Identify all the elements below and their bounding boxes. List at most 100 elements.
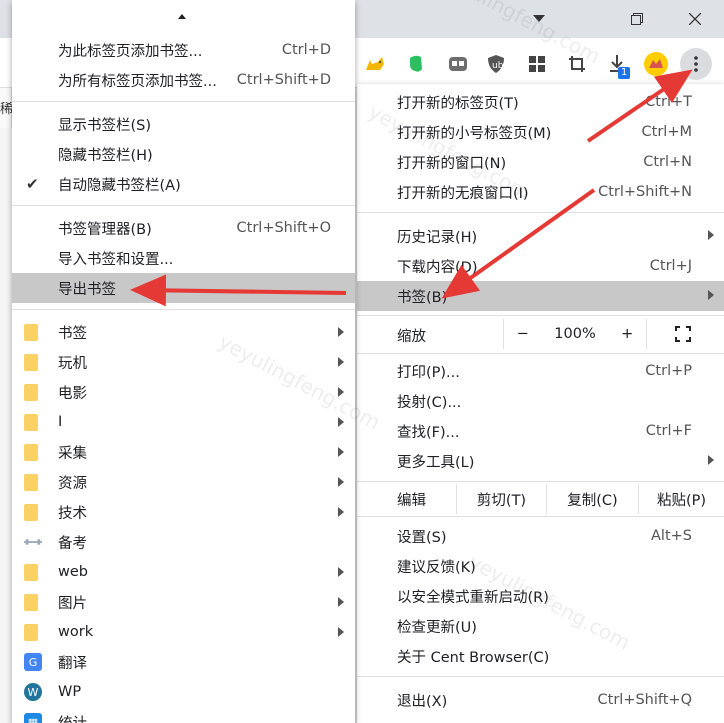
bookmark-folder[interactable]: 技术: [12, 497, 355, 527]
submenu-arrow-icon: [338, 447, 344, 457]
copy-button[interactable]: 复制(C): [547, 484, 639, 514]
folder-icon: [24, 414, 38, 431]
submenu-arrow-icon: [338, 477, 344, 487]
zoom-level: 100%: [554, 326, 596, 342]
folder-icon: [24, 384, 38, 401]
folder-icon: [24, 504, 38, 521]
separator: [12, 205, 355, 206]
wordpress-icon: W: [24, 683, 42, 701]
folder-icon: [24, 354, 38, 371]
bookmark-item[interactable]: W WP: [12, 677, 355, 707]
menu-print[interactable]: 打印(P)... Ctrl+P: [357, 356, 724, 386]
tab-manager-icon[interactable]: [446, 52, 470, 76]
bookmark-folder[interactable]: I: [12, 407, 355, 437]
separator: [357, 516, 724, 517]
bookmark-folder[interactable]: work: [12, 617, 355, 647]
separator: [357, 212, 724, 213]
folder-icon: [24, 594, 38, 611]
scroll-up-icon[interactable]: [178, 14, 186, 19]
download-count-badge: 1: [618, 67, 631, 79]
submenu-arrow-icon: [338, 507, 344, 517]
bookmark-all-tabs[interactable]: 为所有标签页添加书签... Ctrl+Shift+D: [12, 65, 355, 95]
bookmarks-submenu: 为此标签页添加书签... Ctrl+D 为所有标签页添加书签... Ctrl+Shi…: [12, 0, 355, 723]
menu-feedback[interactable]: 建议反馈(K): [357, 551, 724, 581]
menu-downloads[interactable]: 下载内容(D) Ctrl+J: [357, 251, 724, 281]
show-bookmarks-bar[interactable]: 显示书签栏(S): [12, 109, 355, 139]
menu-bookmarks[interactable]: 书签(B): [357, 281, 724, 311]
restore-icon: [631, 13, 643, 25]
bookmark-folder[interactable]: 资源: [12, 467, 355, 497]
avatar-icon[interactable]: [644, 52, 668, 76]
cut-button[interactable]: 剪切(T): [457, 484, 547, 514]
zoom-controls: − 100% +: [503, 319, 647, 349]
export-bookmarks[interactable]: 导出书签: [12, 273, 355, 303]
submenu-arrow-icon: [338, 597, 344, 607]
menu-new-private-window[interactable]: 打开新的无痕窗口(I) Ctrl+Shift+N: [357, 177, 724, 207]
zoom-row: 缩放 − 100% +: [357, 319, 724, 349]
close-icon: [689, 13, 701, 25]
bookmark-item[interactable]: 备考: [12, 527, 355, 557]
evernote-icon[interactable]: [404, 52, 428, 76]
zoom-label: 缩放: [397, 329, 426, 345]
separator: [12, 101, 355, 102]
submenu-arrow-icon: [708, 230, 714, 240]
fullscreen-icon[interactable]: [675, 326, 691, 342]
three-dots-icon: [694, 56, 698, 72]
folder-icon: [24, 624, 38, 641]
hide-bookmarks-bar[interactable]: 隐藏书签栏(H): [12, 139, 355, 169]
menu-find[interactable]: 查找(F)... Ctrl+F: [357, 416, 724, 446]
separator: [12, 309, 355, 310]
bookmark-folder[interactable]: 图片: [12, 587, 355, 617]
translate-icon: G: [24, 653, 42, 671]
submenu-arrow-icon: [708, 290, 714, 300]
site-favicon-icon: [24, 539, 42, 545]
menu-new-tab[interactable]: 打开新的标签页(T) Ctrl+T: [357, 87, 724, 117]
paste-button[interactable]: 粘贴(P): [639, 484, 724, 514]
bookmark-item[interactable]: ▦ 统计: [12, 707, 355, 723]
restore-button[interactable]: [614, 0, 660, 38]
menu-settings[interactable]: 设置(S) Alt+S: [357, 521, 724, 551]
menu-check-update[interactable]: 检查更新(U): [357, 611, 724, 641]
main-menu: 打开新的标签页(T) Ctrl+T 打开新的小号标签页(M) Ctrl+M 打开新的…: [357, 84, 724, 723]
edit-row: 编辑 剪切(T) 复制(C) 粘贴(P): [357, 484, 724, 514]
stats-icon: ▦: [24, 713, 42, 723]
ublock-icon[interactable]: ub: [484, 52, 508, 76]
submenu-arrow-icon: [708, 455, 714, 465]
bookmark-folder[interactable]: 采集: [12, 437, 355, 467]
folder-icon: [24, 444, 38, 461]
separator: [357, 353, 724, 354]
main-menu-button[interactable]: [680, 48, 712, 80]
import-bookmarks[interactable]: 导入书签和设置...: [12, 243, 355, 273]
submenu-arrow-icon: [338, 627, 344, 637]
submenu-arrow-icon: [338, 357, 344, 367]
zoom-out-button[interactable]: −: [517, 326, 529, 342]
auto-hide-bookmarks-bar[interactable]: ✔ 自动隐藏书签栏(A): [12, 169, 355, 199]
checkmark-icon: ✔: [26, 175, 39, 193]
grid-apps-icon[interactable]: [525, 52, 549, 76]
submenu-arrow-icon: [338, 567, 344, 577]
folder-icon: [24, 474, 38, 491]
menu-about[interactable]: 关于 Cent Browser(C): [357, 641, 724, 671]
zoom-in-button[interactable]: +: [621, 326, 633, 342]
cat-extension-icon[interactable]: [363, 52, 387, 76]
folder-icon: [24, 324, 38, 341]
separator: [357, 315, 724, 316]
page-text-fragment: 稀: [0, 88, 13, 128]
bookmark-folder[interactable]: web: [12, 557, 355, 587]
submenu-arrow-icon: [338, 327, 344, 337]
folder-icon: [24, 564, 38, 581]
bookmark-item[interactable]: G 翻译: [12, 647, 355, 677]
bookmark-manager[interactable]: 书签管理器(B) Ctrl+Shift+O: [12, 213, 355, 243]
bookmark-this-tab[interactable]: 为此标签页添加书签... Ctrl+D: [12, 35, 355, 65]
menu-cast[interactable]: 投射(C)...: [357, 386, 724, 416]
separator: [357, 676, 724, 677]
menu-history[interactable]: 历史记录(H): [357, 221, 724, 251]
svg-text:ub: ub: [492, 61, 504, 71]
menu-exit[interactable]: 退出(X) Ctrl+Shift+Q: [357, 685, 724, 715]
edit-label: 编辑: [357, 484, 457, 514]
menu-more-tools[interactable]: 更多工具(L): [357, 446, 724, 476]
separator: [357, 481, 724, 482]
close-window-button[interactable]: [672, 0, 718, 38]
bookmark-folder[interactable]: 书签: [12, 317, 355, 347]
menu-new-window[interactable]: 打开新的窗口(N) Ctrl+N: [357, 147, 724, 177]
